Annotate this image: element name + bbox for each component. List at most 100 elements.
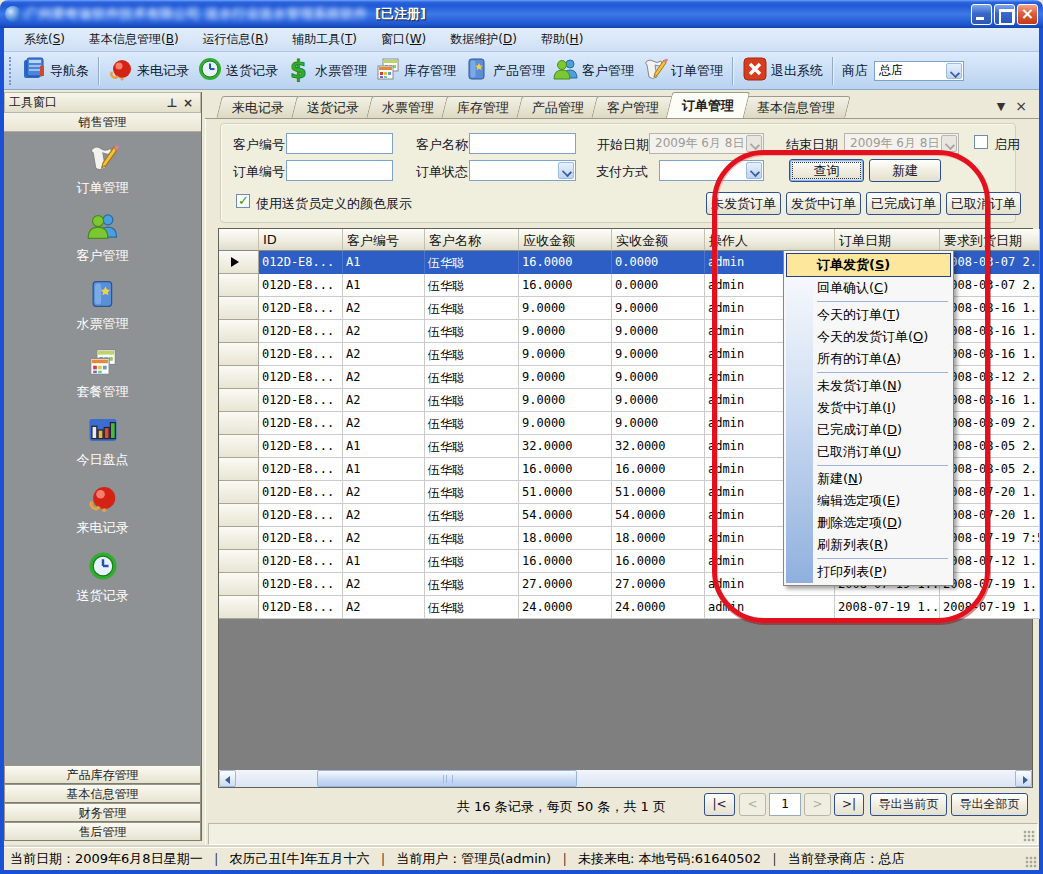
sidebar-item-delivery-records[interactable]: 送货记录: [77, 550, 129, 605]
cell: 24.0000: [519, 596, 612, 619]
cell: A2: [343, 412, 425, 435]
sidebar-group-product-inventory[interactable]: 产品库存管理: [4, 765, 201, 784]
close-panel-icon[interactable]: ×: [180, 96, 196, 110]
tab-customers[interactable]: 客户管理: [591, 96, 674, 118]
sidebar-group-after-sales[interactable]: 售后管理: [4, 822, 201, 841]
sidebar-item-today-stock[interactable]: 今日盘点: [77, 414, 129, 469]
customer-code-label: 客户编号: [233, 136, 285, 154]
next-page-button[interactable]: >: [804, 793, 831, 816]
tab-close-icon[interactable]: ×: [1015, 98, 1027, 114]
close-button[interactable]: ×: [1017, 4, 1038, 25]
menu-data-maintenance[interactable]: 数据维护(D): [438, 28, 529, 51]
sidebar-item-water-tickets[interactable]: 水票管理: [77, 278, 129, 333]
cell: A2: [343, 297, 425, 320]
cell: A1: [343, 274, 425, 297]
toolbar-button-water-tickets[interactable]: $水票管理: [282, 54, 371, 87]
column-header[interactable]: 实收金额: [612, 229, 705, 251]
column-header[interactable]: 客户名称: [425, 229, 519, 251]
row-selector[interactable]: [219, 573, 259, 596]
tab-list-dropdown-icon[interactable]: ▼: [997, 100, 1005, 113]
store-select-arrow[interactable]: [946, 63, 962, 79]
minimize-button[interactable]: [971, 4, 992, 25]
scroll-left-button[interactable]: [219, 770, 236, 787]
row-selector[interactable]: [219, 550, 259, 573]
row-selector[interactable]: [219, 251, 259, 274]
row-selector[interactable]: [219, 343, 259, 366]
export-all-pages-button[interactable]: 导出全部页: [951, 793, 1028, 816]
store-label: 商店: [842, 62, 868, 80]
orders-icon: [87, 142, 119, 177]
tab-inventory[interactable]: 库存管理: [441, 96, 524, 118]
menu-basic-info[interactable]: 基本信息管理(B): [77, 28, 191, 51]
sidebar-item-packages[interactable]: 套餐管理: [77, 346, 129, 401]
menu-runtime-info[interactable]: 运行信息(R): [191, 28, 281, 51]
scrollbar-thumb[interactable]: [317, 770, 577, 787]
customers-icon: [87, 210, 119, 245]
tab-orders[interactable]: 订单管理: [666, 92, 750, 118]
delivery-color-checkbox[interactable]: [236, 194, 250, 208]
customer-code-input[interactable]: [286, 133, 393, 154]
row-selector[interactable]: [219, 297, 259, 320]
toolbar-button-call-records[interactable]: 来电记录: [104, 54, 193, 87]
tab-products[interactable]: 产品管理: [516, 96, 599, 118]
menu-help[interactable]: 帮助(H): [529, 28, 595, 51]
tab-water-tickets[interactable]: 水票管理: [366, 96, 449, 118]
sidebar-item-call-records[interactable]: 来电记录: [77, 482, 129, 537]
store-select[interactable]: 总店: [874, 61, 964, 81]
page-number-input[interactable]: 1: [769, 793, 801, 816]
title-bar[interactable]: 广州爱奇迪软件技术有限公司 送水行业送水管理系统软件 [已注册] ×: [0, 0, 1043, 28]
menu-aux-tools[interactable]: 辅助工具(T): [280, 28, 369, 51]
maximize-button[interactable]: [994, 4, 1015, 25]
export-current-page-button[interactable]: 导出当前页: [870, 793, 947, 816]
column-header[interactable]: 客户编号: [343, 229, 425, 251]
row-selector[interactable]: [219, 366, 259, 389]
row-selector[interactable]: [219, 412, 259, 435]
row-selector[interactable]: [219, 527, 259, 550]
customer-name-input[interactable]: [469, 133, 576, 154]
toolbar-button-products[interactable]: 产品管理: [460, 54, 549, 87]
toolbar-button-customers[interactable]: 客户管理: [549, 54, 638, 87]
order-status-select-arrow[interactable]: [558, 162, 574, 179]
horizontal-scrollbar[interactable]: [219, 770, 1032, 787]
prev-page-button[interactable]: <: [739, 793, 766, 816]
row-selector[interactable]: [219, 596, 259, 619]
column-header[interactable]: 应收金额: [519, 229, 612, 251]
sidebar-item-customers[interactable]: 客户管理: [77, 210, 129, 265]
row-selector[interactable]: [219, 274, 259, 297]
sidebar-item-orders[interactable]: 订单管理: [77, 142, 129, 197]
toolbar-button-delivery-records[interactable]: 送货记录: [193, 54, 282, 87]
toolbar-button-inventory[interactable]: 库存管理: [371, 54, 460, 87]
row-selector[interactable]: [219, 458, 259, 481]
order-status-select[interactable]: [469, 160, 576, 181]
toolbar-button-navigator[interactable]: 导航条: [17, 54, 93, 87]
column-header[interactable]: ID: [259, 229, 343, 251]
order-code-input[interactable]: [286, 160, 393, 181]
sidebar-group-finance[interactable]: 财务管理: [4, 803, 201, 822]
tab-call-records[interactable]: 来电记录: [216, 96, 299, 118]
menu-system[interactable]: 系统(S): [12, 28, 77, 51]
order-status-label: 订单状态: [416, 163, 468, 181]
tab-basic-info[interactable]: 基本信息管理: [741, 96, 850, 118]
cell: 16.0000: [519, 274, 612, 297]
tab-delivery-records[interactable]: 送货记录: [291, 96, 374, 118]
row-selector[interactable]: [219, 389, 259, 412]
row-selector[interactable]: [219, 435, 259, 458]
cell: 012D-E8...: [259, 412, 343, 435]
sidebar-group-basic-info[interactable]: 基本信息管理: [4, 784, 201, 803]
first-page-button[interactable]: |<: [704, 793, 735, 816]
cell: 16.0000: [612, 550, 705, 573]
cell: 伍华聪: [425, 504, 519, 527]
toolbar-separator: [98, 57, 99, 85]
toolbar-button-orders[interactable]: 订单管理: [638, 54, 727, 87]
row-selector[interactable]: [219, 481, 259, 504]
pin-icon[interactable]: ⊥: [164, 96, 180, 110]
row-selector[interactable]: [219, 320, 259, 343]
last-page-button[interactable]: >|: [834, 793, 864, 816]
enable-checkbox[interactable]: [974, 135, 988, 149]
row-selector[interactable]: [219, 504, 259, 527]
toolbar-button-exit[interactable]: 退出系统: [738, 54, 827, 87]
scroll-right-button[interactable]: [1015, 770, 1032, 787]
cell: 9.0000: [612, 366, 705, 389]
menu-window[interactable]: 窗口(W): [369, 28, 438, 51]
start-date-label: 开始日期: [597, 136, 649, 154]
